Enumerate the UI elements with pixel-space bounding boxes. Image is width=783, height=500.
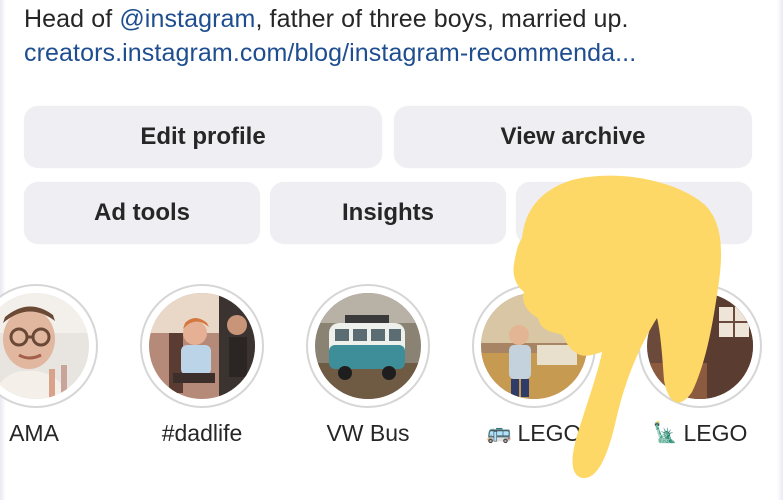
highlight-label-lego-liberty: 🗽 LEGO (620, 420, 780, 447)
edit-profile-button[interactable]: Edit profile (24, 106, 382, 168)
view-archive-button[interactable]: View archive (394, 106, 752, 168)
highlight-vw-bus[interactable] (306, 284, 430, 408)
highlight-label-lego-bus: 🚌 LEGO (454, 420, 614, 447)
highlight-label-ama: AMA (9, 420, 59, 446)
highlight-label-dadlife: #dadlife (161, 420, 243, 446)
statue-of-liberty-emoji-icon: 🗽 (652, 422, 678, 444)
highlight-cover-lego-bus (481, 293, 587, 399)
highlight-label-text: LEGO (517, 420, 582, 446)
bio-suffix: , father of three boys, married up. (255, 5, 629, 33)
highlight-cover-lego-liberty (647, 293, 753, 399)
highlight-cover-vw-bus (315, 293, 421, 399)
obscured-button[interactable] (516, 182, 752, 244)
bio-mention-link[interactable]: @instagram (119, 5, 255, 33)
highlight-lego-liberty[interactable] (638, 284, 762, 408)
highlight-label-vw-bus: VW Bus (326, 420, 410, 446)
bio-website-link[interactable]: creators.instagram.com/blog/instagram-re… (24, 36, 764, 70)
ad-tools-button[interactable]: Ad tools (24, 182, 260, 244)
highlight-lego-bus[interactable] (472, 284, 596, 408)
highlight-cover-ama (0, 293, 89, 399)
highlight-ama[interactable] (0, 284, 98, 408)
bio-prefix: Head of (24, 5, 120, 33)
highlight-cover-dadlife (149, 293, 255, 399)
insights-button[interactable]: Insights (270, 182, 506, 244)
bus-emoji-icon: 🚌 (486, 422, 512, 444)
highlight-label-text: LEGO (683, 420, 748, 446)
profile-bio: Head of @instagram, father of three boys… (24, 2, 764, 70)
highlight-dadlife[interactable] (140, 284, 264, 408)
bio-text-line: Head of @instagram, father of three boys… (24, 2, 764, 36)
